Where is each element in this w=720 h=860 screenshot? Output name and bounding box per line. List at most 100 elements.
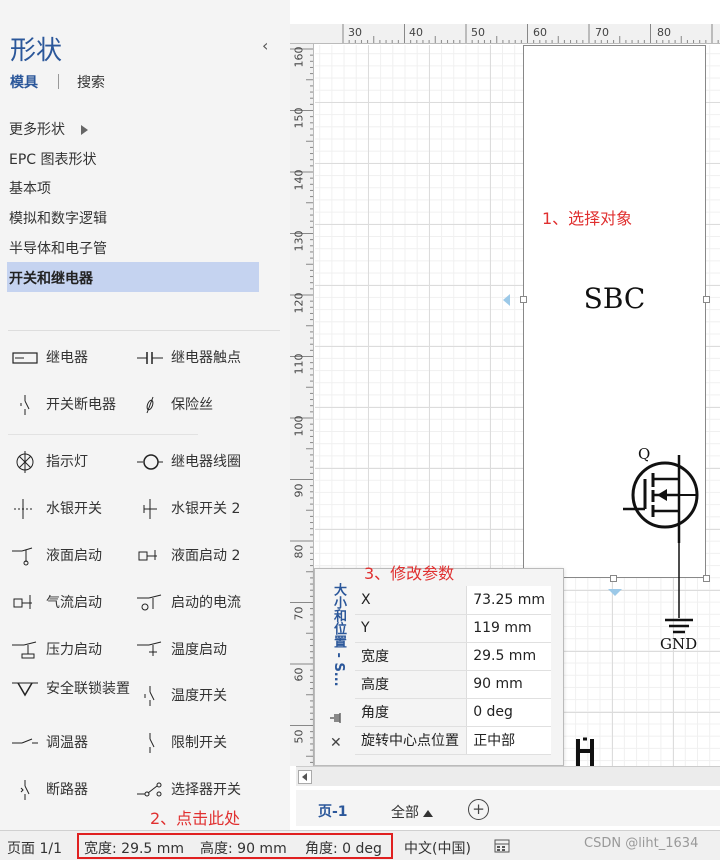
shape-thermostat[interactable]: 调温器 (12, 733, 141, 767)
property-value-y[interactable]: 119 mm (466, 614, 551, 643)
limit-switch-icon (137, 733, 163, 753)
property-name: 角度 (355, 698, 467, 727)
shape-divider (8, 434, 198, 435)
ruler-left[interactable]: 160 150 140 130 120 110 100 90 80 70 60 … (290, 44, 314, 766)
property-value-width[interactable]: 29.5 mm (466, 642, 551, 671)
component-fragment-icon[interactable] (570, 735, 602, 766)
status-page-number[interactable]: 页面 1/1 (7, 838, 62, 858)
close-icon[interactable]: ✕ (330, 735, 342, 751)
scroll-left-button[interactable] (298, 770, 312, 784)
shape-temperature[interactable]: 温度启动 (137, 640, 266, 674)
watermark: CSDN @liht_1634 (584, 836, 699, 851)
category-logic[interactable]: 模拟和数字逻辑 (7, 202, 259, 232)
pin-icon[interactable] (329, 711, 343, 725)
shape-limit-switch[interactable]: 限制开关 (137, 733, 266, 767)
status-angle[interactable]: 角度: 0 deg (305, 838, 382, 858)
shape-label: 水银开关 2 (171, 501, 241, 517)
ruler-label: 80 (657, 26, 671, 39)
status-language[interactable]: 中文(中国) (404, 838, 471, 858)
property-value-x[interactable]: 73.25 mm (466, 586, 551, 615)
resize-handle-left[interactable] (520, 296, 527, 303)
category-label: EPC 图表形状 (9, 152, 97, 168)
ruler-label: 50 (292, 729, 306, 744)
category-label: 更多形状 (9, 122, 65, 138)
shape-label: 液面启动 (46, 548, 102, 564)
horizontal-scrollbar[interactable] (296, 766, 720, 786)
ruler-label: 140 (292, 169, 306, 191)
category-semiconductors[interactable]: 半导体和电子管 (7, 232, 259, 262)
pane-divider (8, 330, 280, 331)
relay-icon (12, 348, 38, 368)
ruler-label: 60 (292, 667, 306, 682)
tab-all-pages[interactable]: 全部 (391, 802, 433, 822)
safety-interlock-icon (12, 679, 38, 699)
category-more-shapes[interactable]: 更多形状 (7, 113, 259, 143)
category-switches-relays[interactable]: 开关和继电器 (7, 262, 259, 292)
shapes-pane: 形状 ‹ 模具 搜索 更多形状 EPC 图表形状 基本项 模拟和数字逻辑 半导体… (0, 0, 290, 830)
relay-coil-icon (137, 452, 163, 472)
property-value-pin-pos[interactable]: 正中部 (466, 726, 551, 755)
mercury-switch-2-icon (137, 499, 163, 519)
category-basic[interactable]: 基本项 (7, 172, 259, 202)
shape-label: 水银开关 (46, 501, 102, 517)
size-window-title: 大小和位置 - S... (331, 583, 346, 687)
macro-recorder-icon[interactable] (494, 839, 510, 853)
airflow-icon (12, 593, 38, 613)
status-height[interactable]: 高度: 90 mm (200, 838, 287, 858)
property-name: Y (355, 614, 467, 643)
shape-safety-interlock[interactable]: 安全联锁装置 (12, 679, 141, 713)
shape-indicator-lamp[interactable]: 指示灯 (12, 451, 141, 486)
thermostat-icon (12, 733, 38, 753)
fuse-icon (137, 395, 163, 415)
shape-fuse[interactable]: 保险丝 (137, 395, 266, 429)
shape-label: 继电器 (46, 350, 88, 366)
collapse-pane-icon[interactable]: ‹ (262, 36, 268, 55)
property-name: 旋转中心点位置 (355, 726, 467, 755)
shape-temperature-switch[interactable]: 温度开关 (137, 686, 266, 720)
property-name: 宽度 (355, 642, 467, 671)
pane-title: 形状 (10, 36, 63, 66)
tab-stencils[interactable]: 模具 (10, 72, 38, 92)
chevron-right-icon (81, 125, 88, 135)
liquid-level-2-icon (137, 546, 163, 566)
shape-label: 断路器 (46, 782, 88, 798)
shape-label: 压力启动 (46, 642, 102, 658)
ruler-label: 120 (292, 292, 306, 314)
shape-switch-breaker[interactable]: 开关断电器 (12, 395, 141, 429)
shape-label: 启动的电流 (171, 595, 241, 611)
shape-relay[interactable]: 继电器 (12, 348, 141, 382)
shape-airflow[interactable]: 气流启动 (12, 593, 141, 627)
shape-circuit-breaker[interactable]: 断路器 (12, 780, 141, 814)
liquid-level-icon (12, 546, 38, 566)
category-label: 模拟和数字逻辑 (9, 211, 107, 227)
temperature-switch-icon (137, 686, 163, 706)
property-name: X (355, 586, 467, 615)
shape-liquid-level-2[interactable]: 液面启动 2 (137, 546, 266, 580)
property-value-angle[interactable]: 0 deg (466, 698, 551, 727)
connection-arrow-icon[interactable] (503, 294, 510, 306)
add-page-button[interactable]: + (468, 799, 489, 820)
property-row: X 73.25 mm (355, 586, 551, 615)
shape-liquid-level[interactable]: 液面启动 (12, 546, 141, 580)
tab-search[interactable]: 搜索 (77, 72, 105, 92)
shape-pressure[interactable]: 压力启动 (12, 640, 141, 674)
category-epc[interactable]: EPC 图表形状 (7, 143, 259, 173)
shape-relay-contact[interactable]: 继电器触点 (137, 348, 266, 382)
ruler-label: 110 (292, 353, 306, 375)
status-width[interactable]: 宽度: 29.5 mm (84, 838, 184, 858)
ruler-label: 30 (348, 26, 362, 39)
property-value-height[interactable]: 90 mm (466, 670, 551, 699)
sbc-label: SBC (583, 282, 646, 315)
mosfet-icon[interactable] (615, 443, 715, 663)
shape-mercury-switch-2[interactable]: 水银开关 2 (137, 499, 266, 533)
resize-handle-right[interactable] (703, 296, 710, 303)
shape-current-actuated[interactable]: 启动的电流 (137, 593, 266, 627)
shape-mercury-switch[interactable]: 水银开关 (12, 499, 141, 533)
ruler-top[interactable]: 30 40 50 60 70 80 (296, 24, 720, 44)
shape-label: 开关断电器 (46, 397, 116, 413)
tab-page-1[interactable]: 页-1 (318, 801, 348, 821)
shape-relay-coil[interactable]: 继电器线圈 (137, 452, 266, 486)
ruler-label: 160 (292, 46, 306, 68)
shape-label: 继电器触点 (171, 350, 241, 366)
size-position-window[interactable]: 大小和位置 - S... ✕ X 73.25 mm Y 119 mm 宽度 29.5 … (314, 568, 564, 766)
